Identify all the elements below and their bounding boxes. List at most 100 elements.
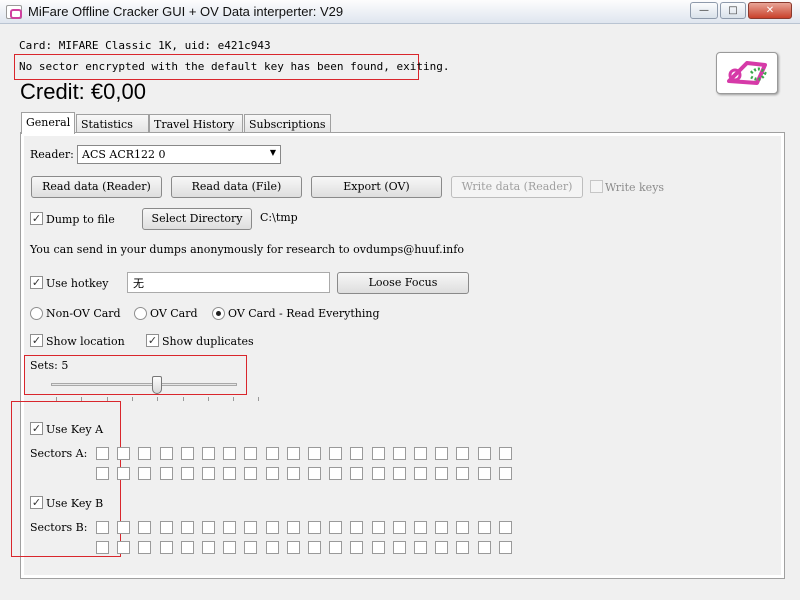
sector-b-checkbox[interactable] [138, 521, 152, 534]
sector-a-checkbox[interactable] [308, 467, 321, 480]
sector-a-checkbox[interactable] [286, 467, 300, 480]
sector-b-checkbox[interactable] [202, 521, 215, 534]
sector-a-checkbox[interactable] [138, 447, 152, 460]
sector-b-checkbox[interactable] [456, 521, 470, 534]
sector-a-checkbox[interactable] [96, 467, 109, 480]
sector-a-checkbox[interactable] [244, 467, 258, 480]
sector-b-checkbox[interactable] [223, 521, 237, 534]
sector-b-checkbox[interactable] [477, 521, 491, 534]
sector-b-checkbox[interactable] [329, 541, 343, 554]
sector-b-checkbox[interactable] [159, 521, 173, 534]
sector-b-checkbox[interactable] [244, 541, 258, 554]
sector-a-checkbox[interactable] [117, 467, 131, 480]
ov-card-read-everything-radio[interactable] [212, 307, 225, 320]
sector-a-checkbox[interactable] [159, 467, 173, 480]
sector-b-checkbox[interactable] [371, 541, 385, 554]
sector-a-checkbox[interactable] [329, 467, 343, 480]
sector-a-checkbox[interactable] [138, 467, 152, 480]
use-key-b-checkbox[interactable]: ✓ [30, 496, 43, 509]
sector-a-checkbox[interactable] [477, 447, 491, 460]
sector-b-checkbox[interactable] [286, 521, 300, 534]
sector-a-checkbox[interactable] [265, 467, 279, 480]
sector-a-checkbox[interactable] [350, 447, 364, 460]
sector-b-checkbox[interactable] [244, 521, 258, 534]
write-keys-checkbox[interactable] [590, 180, 603, 193]
sector-b-checkbox[interactable] [392, 521, 406, 534]
use-hotkey-checkbox[interactable]: ✓ [30, 276, 43, 289]
sector-a-checkbox[interactable] [414, 447, 427, 460]
sector-a-checkbox[interactable] [392, 467, 406, 480]
ov-card-radio[interactable] [134, 307, 147, 320]
sector-b-checkbox[interactable] [456, 541, 470, 554]
sector-b-checkbox[interactable] [477, 541, 491, 554]
sector-a-checkbox[interactable] [202, 447, 215, 460]
sector-a-checkbox[interactable] [117, 447, 131, 460]
sector-a-checkbox[interactable] [392, 447, 406, 460]
sector-a-checkbox[interactable] [371, 447, 385, 460]
tab-statistics[interactable]: Statistics [76, 114, 149, 133]
sector-a-checkbox[interactable] [350, 467, 364, 480]
sector-a-checkbox[interactable] [477, 467, 491, 480]
show-duplicates-checkbox[interactable]: ✓ [146, 334, 159, 347]
select-directory-button[interactable]: Select Directory [142, 208, 252, 230]
sector-a-checkbox[interactable] [435, 447, 449, 460]
sector-b-checkbox[interactable] [414, 541, 427, 554]
sector-b-checkbox[interactable] [117, 541, 131, 554]
write-data-reader-button[interactable]: Write data (Reader) [451, 176, 583, 198]
tab-travel-history[interactable]: Travel History [149, 114, 243, 133]
sector-a-checkbox[interactable] [180, 467, 194, 480]
sector-a-checkbox[interactable] [180, 447, 194, 460]
sector-b-checkbox[interactable] [350, 541, 364, 554]
sector-b-checkbox[interactable] [180, 541, 194, 554]
sector-a-checkbox[interactable] [435, 467, 449, 480]
sector-a-checkbox[interactable] [244, 447, 258, 460]
sector-b-checkbox[interactable] [202, 541, 215, 554]
sector-a-checkbox[interactable] [308, 447, 321, 460]
sector-a-checkbox[interactable] [202, 467, 215, 480]
sector-b-checkbox[interactable] [329, 521, 343, 534]
sector-a-checkbox[interactable] [223, 447, 237, 460]
non-ov-card-radio[interactable] [30, 307, 43, 320]
sector-b-checkbox[interactable] [350, 521, 364, 534]
loose-focus-button[interactable]: Loose Focus [337, 272, 469, 294]
sector-b-checkbox[interactable] [392, 541, 406, 554]
sector-a-checkbox[interactable] [265, 447, 279, 460]
use-key-a-checkbox[interactable]: ✓ [30, 422, 43, 435]
sector-b-checkbox[interactable] [308, 541, 321, 554]
sector-a-checkbox[interactable] [456, 467, 470, 480]
hotkey-input[interactable]: 无 [127, 272, 330, 293]
sector-a-checkbox[interactable] [456, 447, 470, 460]
sector-b-checkbox[interactable] [308, 521, 321, 534]
maximize-button[interactable]: □ [720, 2, 746, 19]
sector-b-checkbox[interactable] [371, 521, 385, 534]
sector-b-checkbox[interactable] [498, 541, 512, 554]
export-ov-button[interactable]: Export (OV) [311, 176, 442, 198]
sector-a-checkbox[interactable] [159, 447, 173, 460]
sets-slider-thumb[interactable] [152, 376, 162, 394]
close-button[interactable]: ✕ [748, 2, 792, 19]
dump-to-file-checkbox[interactable]: ✓ [30, 212, 43, 225]
sector-b-checkbox[interactable] [223, 541, 237, 554]
sector-b-checkbox[interactable] [265, 541, 279, 554]
sector-b-checkbox[interactable] [159, 541, 173, 554]
sector-a-checkbox[interactable] [498, 467, 512, 480]
sector-b-checkbox[interactable] [435, 521, 449, 534]
sets-slider-track[interactable] [51, 383, 237, 386]
sector-b-checkbox[interactable] [286, 541, 300, 554]
sector-a-checkbox[interactable] [223, 467, 237, 480]
sector-b-checkbox[interactable] [117, 521, 131, 534]
tab-subscriptions[interactable]: Subscriptions [244, 114, 331, 133]
sector-b-checkbox[interactable] [435, 541, 449, 554]
sector-a-checkbox[interactable] [329, 447, 343, 460]
sector-a-checkbox[interactable] [498, 447, 512, 460]
minimize-button[interactable]: — [690, 2, 718, 19]
sector-b-checkbox[interactable] [414, 521, 427, 534]
sector-a-checkbox[interactable] [96, 447, 109, 460]
sector-b-checkbox[interactable] [96, 521, 109, 534]
tab-general[interactable]: General [21, 112, 75, 134]
read-data-file-button[interactable]: Read data (File) [171, 176, 302, 198]
show-location-checkbox[interactable]: ✓ [30, 334, 43, 347]
sector-a-checkbox[interactable] [286, 447, 300, 460]
read-data-reader-button[interactable]: Read data (Reader) [31, 176, 162, 198]
sector-b-checkbox[interactable] [180, 521, 194, 534]
